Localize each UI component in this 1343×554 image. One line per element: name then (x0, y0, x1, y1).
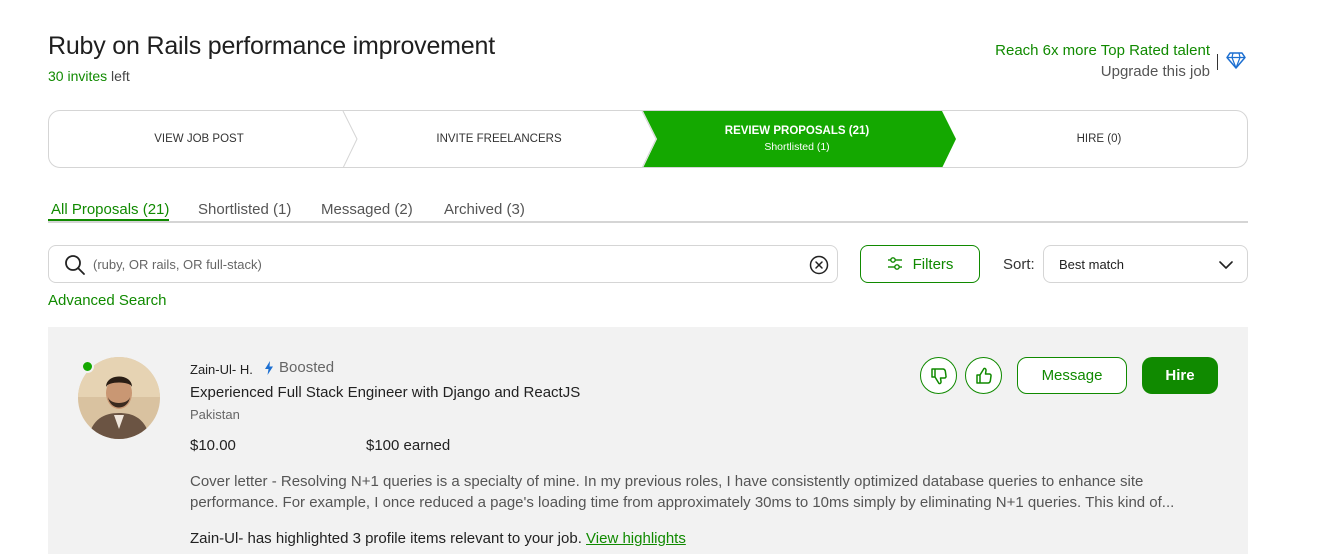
tab-messaged[interactable]: Messaged (2) (321, 201, 413, 218)
thumbs-down-icon (930, 367, 947, 384)
upsell: Reach 6x more Top Rated talent Upgrade t… (995, 40, 1210, 82)
hire-button[interactable]: Hire (1142, 357, 1218, 394)
search-input[interactable] (93, 254, 793, 274)
hiring-stepper: VIEW JOB POST INVITE FREELANCERS REVIEW … (48, 110, 1248, 168)
profile-highlights: Zain-Ul- has highlighted 3 profile items… (190, 530, 686, 547)
search-icon[interactable] (64, 254, 86, 276)
invites-left: 30 invites left (48, 68, 130, 84)
clear-icon[interactable] (809, 255, 829, 275)
thumbs-up-icon (975, 367, 992, 384)
view-highlights-link[interactable]: View highlights (586, 530, 686, 547)
freelancer-name[interactable]: Zain-Ul- H. (190, 362, 253, 377)
step-sublabel: Shortlisted (1) (764, 141, 830, 153)
invites-count: 30 invites (48, 68, 108, 84)
highlights-text: Zain-Ul- has highlighted 3 profile items… (190, 530, 582, 547)
sort-selected-value: Best match (1059, 257, 1125, 272)
bolt-icon (265, 360, 273, 375)
step-label: REVIEW PROPOSALS (21) (724, 125, 870, 137)
job-title[interactable]: Ruby on Rails performance improvement (48, 32, 495, 61)
step-invite-freelancers[interactable]: INVITE FREELANCERS (349, 111, 649, 167)
active-tab-indicator (48, 219, 169, 221)
step-hire[interactable]: HIRE (0) (949, 111, 1247, 167)
upsell-divider (1217, 54, 1218, 70)
step-label: HIRE (0) (1076, 133, 1122, 145)
step-view-job-post[interactable]: VIEW JOB POST (49, 111, 349, 167)
diamond-icon (1226, 52, 1246, 69)
dislike-button[interactable] (920, 357, 957, 394)
freelancer-headline: Experienced Full Stack Engineer with Dja… (190, 384, 581, 401)
advanced-search-link[interactable]: Advanced Search (48, 292, 166, 309)
step-label: VIEW JOB POST (154, 133, 244, 145)
hourly-rate: $10.00 (190, 437, 236, 454)
sort-label: Sort: (1003, 256, 1035, 273)
search-box (48, 245, 838, 283)
tab-all-proposals[interactable]: All Proposals (21) (51, 201, 169, 218)
online-status-dot (81, 360, 94, 373)
sort-dropdown[interactable]: Best match (1043, 245, 1248, 283)
chevron-down-icon (1219, 261, 1233, 269)
upgrade-job-link[interactable]: Upgrade this job (995, 61, 1210, 82)
step-label: INVITE FREELANCERS (436, 133, 562, 145)
proposal-tabs: All Proposals (21) Shortlisted (1) Messa… (48, 198, 1248, 223)
filters-button[interactable]: Filters (860, 245, 980, 283)
cover-letter: Cover letter - Resolving N+1 queries is … (190, 473, 1175, 511)
like-button[interactable] (965, 357, 1002, 394)
proposals-page: Ruby on Rails performance improvement 30… (0, 0, 1343, 554)
earnings: $100 earned (366, 437, 451, 454)
filters-label: Filters (912, 255, 954, 273)
tab-shortlisted[interactable]: Shortlisted (1) (198, 201, 291, 218)
boosted-badge: Boosted (264, 359, 334, 376)
proposal-card[interactable]: Zain-Ul- H. Boosted Experienced Full Sta… (48, 327, 1248, 554)
step-review-proposals[interactable]: REVIEW PROPOSALS (21) Shortlisted (1) (645, 111, 949, 167)
freelancer-country: Pakistan (190, 407, 240, 422)
filters-icon (887, 257, 902, 270)
boosted-label: Boosted (279, 359, 335, 376)
tab-archived[interactable]: Archived (3) (444, 201, 525, 218)
message-button[interactable]: Message (1017, 357, 1127, 394)
invites-suffix: left (111, 68, 130, 84)
upsell-line[interactable]: Reach 6x more Top Rated talent (995, 40, 1210, 61)
